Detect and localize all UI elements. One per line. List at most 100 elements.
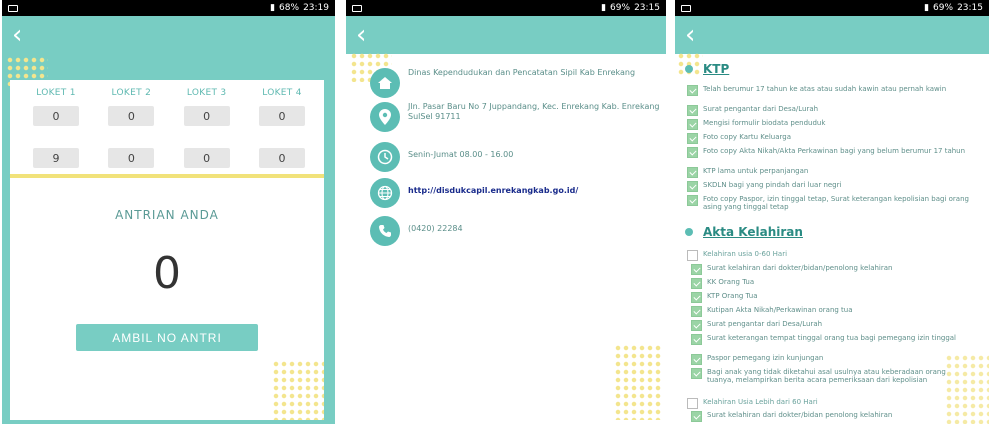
loket-value: 9 — [33, 148, 79, 168]
requirements-body: KTP Telah berumur 17 tahun ke atas atau … — [675, 52, 989, 424]
ktp-section-header: KTP — [685, 62, 729, 76]
loket-4-second: 0 — [250, 140, 314, 168]
decorative-dots — [614, 344, 662, 420]
loket-sublabel — [175, 98, 239, 103]
loket-sublabel — [99, 140, 163, 145]
battery-icon: ▮ — [270, 3, 276, 13]
checkbox[interactable] — [687, 250, 698, 261]
divider — [10, 174, 324, 178]
contact-screen: ▮ 69% 23:15 ‹ Dinas Kependudukan dan Pen… — [346, 0, 666, 424]
decorative-dots — [272, 360, 324, 420]
ktp-item[interactable]: Foto copy Akta Nikah/Akta Perkawinan bag… — [687, 147, 977, 158]
status-bar: ▮ 69% 23:15 — [346, 0, 666, 16]
loket-sublabel — [175, 140, 239, 145]
loket-4: LOKET 4 0 — [250, 88, 314, 126]
clock-time: 23:19 — [303, 3, 329, 13]
checkbox[interactable] — [687, 398, 698, 409]
checkbox[interactable] — [687, 119, 698, 130]
phone-number[interactable]: (0420) 22284 — [408, 224, 463, 234]
checkbox[interactable] — [691, 306, 702, 317]
notification-icon — [8, 4, 18, 12]
website-row[interactable]: http://disdukcapil.enrekangkab.go.id/ — [370, 178, 660, 208]
akta-item[interactable]: Paspor pemegang izin kunjungan — [691, 354, 981, 365]
checkbox[interactable] — [691, 411, 702, 422]
loket-3-second: 0 — [175, 140, 239, 168]
ktp-item[interactable]: Foto copy Kartu Keluarga — [687, 133, 977, 144]
loket-2-second: 0 — [99, 140, 163, 168]
battery-percent: 69% — [933, 3, 954, 13]
status-bar: ▮ 68% 23:19 — [2, 0, 335, 16]
contact-body: Dinas Kependudukan dan Pencatatan Sipil … — [346, 52, 666, 424]
checkbox[interactable] — [691, 264, 702, 275]
clock-time: 23:15 — [634, 3, 660, 13]
checkbox[interactable] — [687, 147, 698, 158]
loket-label: LOKET 4 — [262, 88, 302, 98]
loket-value: 0 — [258, 106, 305, 126]
loket-3: LOKET 3 0 — [175, 88, 239, 126]
phone-row[interactable]: (0420) 22284 — [370, 216, 660, 246]
battery-percent: 68% — [279, 3, 300, 13]
globe-icon — [370, 178, 400, 208]
gallery-icon — [681, 4, 691, 12]
checkbox[interactable] — [687, 195, 698, 206]
ktp-item[interactable]: Foto copy Paspor, izin tinggal tetap, Su… — [687, 195, 977, 211]
phone-icon — [370, 216, 400, 246]
akta-item[interactable]: KTP Orang Tua — [691, 292, 981, 303]
bullet-icon — [685, 228, 693, 236]
checkbox[interactable] — [691, 368, 702, 379]
checkbox[interactable] — [687, 85, 698, 96]
app-bar: ‹ — [2, 16, 335, 54]
akta-item[interactable]: Kelahiran usia 0-60 Hari — [687, 250, 977, 261]
loket-value: 0 — [183, 148, 230, 168]
loket-2: LOKET 2 0 — [99, 88, 163, 126]
battery-icon: ▮ — [924, 3, 930, 13]
akta-item[interactable]: Kelahiran Usia Lebih dari 60 Hari — [687, 398, 977, 409]
checkbox[interactable] — [691, 292, 702, 303]
ktp-item[interactable]: Telah berumur 17 tahun ke atas atau suda… — [687, 85, 977, 96]
office-row: Dinas Kependudukan dan Pencatatan Sipil … — [370, 68, 660, 98]
akta-section-header: Akta Kelahiran — [685, 225, 803, 239]
home-icon — [370, 68, 400, 98]
ktp-item[interactable]: KTP lama untuk perpanjangan — [687, 167, 977, 178]
loket-sublabel — [250, 140, 314, 145]
akta-item[interactable]: Kutipan Akta Nikah/Perkawinan orang tua — [691, 306, 981, 317]
battery-icon: ▮ — [601, 3, 607, 13]
app-bar: ‹ — [346, 16, 666, 54]
location-pin-icon — [370, 102, 400, 132]
ktp-item[interactable]: Mengisi formulir biodata penduduk — [687, 119, 977, 130]
checkbox[interactable] — [687, 133, 698, 144]
checkbox[interactable] — [691, 278, 702, 289]
loket-1: LOKET 1 0 — [24, 88, 88, 126]
chevron-left-icon[interactable]: ‹ — [12, 22, 22, 48]
loket-label: LOKET 1 — [36, 88, 76, 98]
ktp-item[interactable]: Surat pengantar dari Desa/Lurah — [687, 105, 977, 116]
chevron-left-icon[interactable]: ‹ — [685, 22, 695, 48]
loket-sublabel — [250, 98, 314, 103]
queue-body: LOKET 1 0 LOKET 2 0 LOKET 3 0 LOKET 4 0 … — [2, 54, 335, 424]
queue-card: LOKET 1 0 LOKET 2 0 LOKET 3 0 LOKET 4 0 … — [10, 80, 324, 420]
hours-row: Senin-Jumat 08.00 - 16.00 — [370, 142, 660, 172]
decorative-dots — [945, 354, 989, 424]
checkbox[interactable] — [691, 320, 702, 331]
loket-sublabel — [99, 98, 163, 103]
akta-item[interactable]: Surat kelahiran dari dokter/bidan penolo… — [691, 411, 981, 422]
loket-value: 0 — [108, 106, 155, 126]
ktp-title: KTP — [703, 62, 730, 76]
requirements-screen: ▮ 69% 23:15 ‹ KTP Telah berumur 17 tahun… — [675, 0, 989, 424]
chevron-left-icon[interactable]: ‹ — [356, 22, 366, 48]
checkbox[interactable] — [687, 167, 698, 178]
checkbox[interactable] — [691, 354, 702, 365]
website-link[interactable]: http://disdukcapil.enrekangkab.go.id/ — [408, 186, 578, 196]
checkbox[interactable] — [687, 181, 698, 192]
clock-time: 23:15 — [957, 3, 983, 13]
ambil-no-antri-button[interactable]: AMBIL NO ANTRI — [76, 324, 258, 351]
akta-item[interactable]: Surat kelahiran dari dokter/bidan/penolo… — [691, 264, 981, 275]
ktp-item[interactable]: SKDLN bagi yang pindah dari luar negri — [687, 181, 977, 192]
checkbox[interactable] — [691, 334, 702, 345]
akta-item[interactable]: Bagi anak yang tidak diketahui asal usul… — [691, 368, 951, 384]
akta-item[interactable]: Surat keterangan tempat tinggal orang tu… — [691, 334, 961, 345]
akta-item[interactable]: KK Orang Tua — [691, 278, 981, 289]
akta-item[interactable]: Surat pengantar dari Desa/Lurah — [691, 320, 981, 331]
checkbox[interactable] — [687, 105, 698, 116]
battery-percent: 69% — [610, 3, 631, 13]
